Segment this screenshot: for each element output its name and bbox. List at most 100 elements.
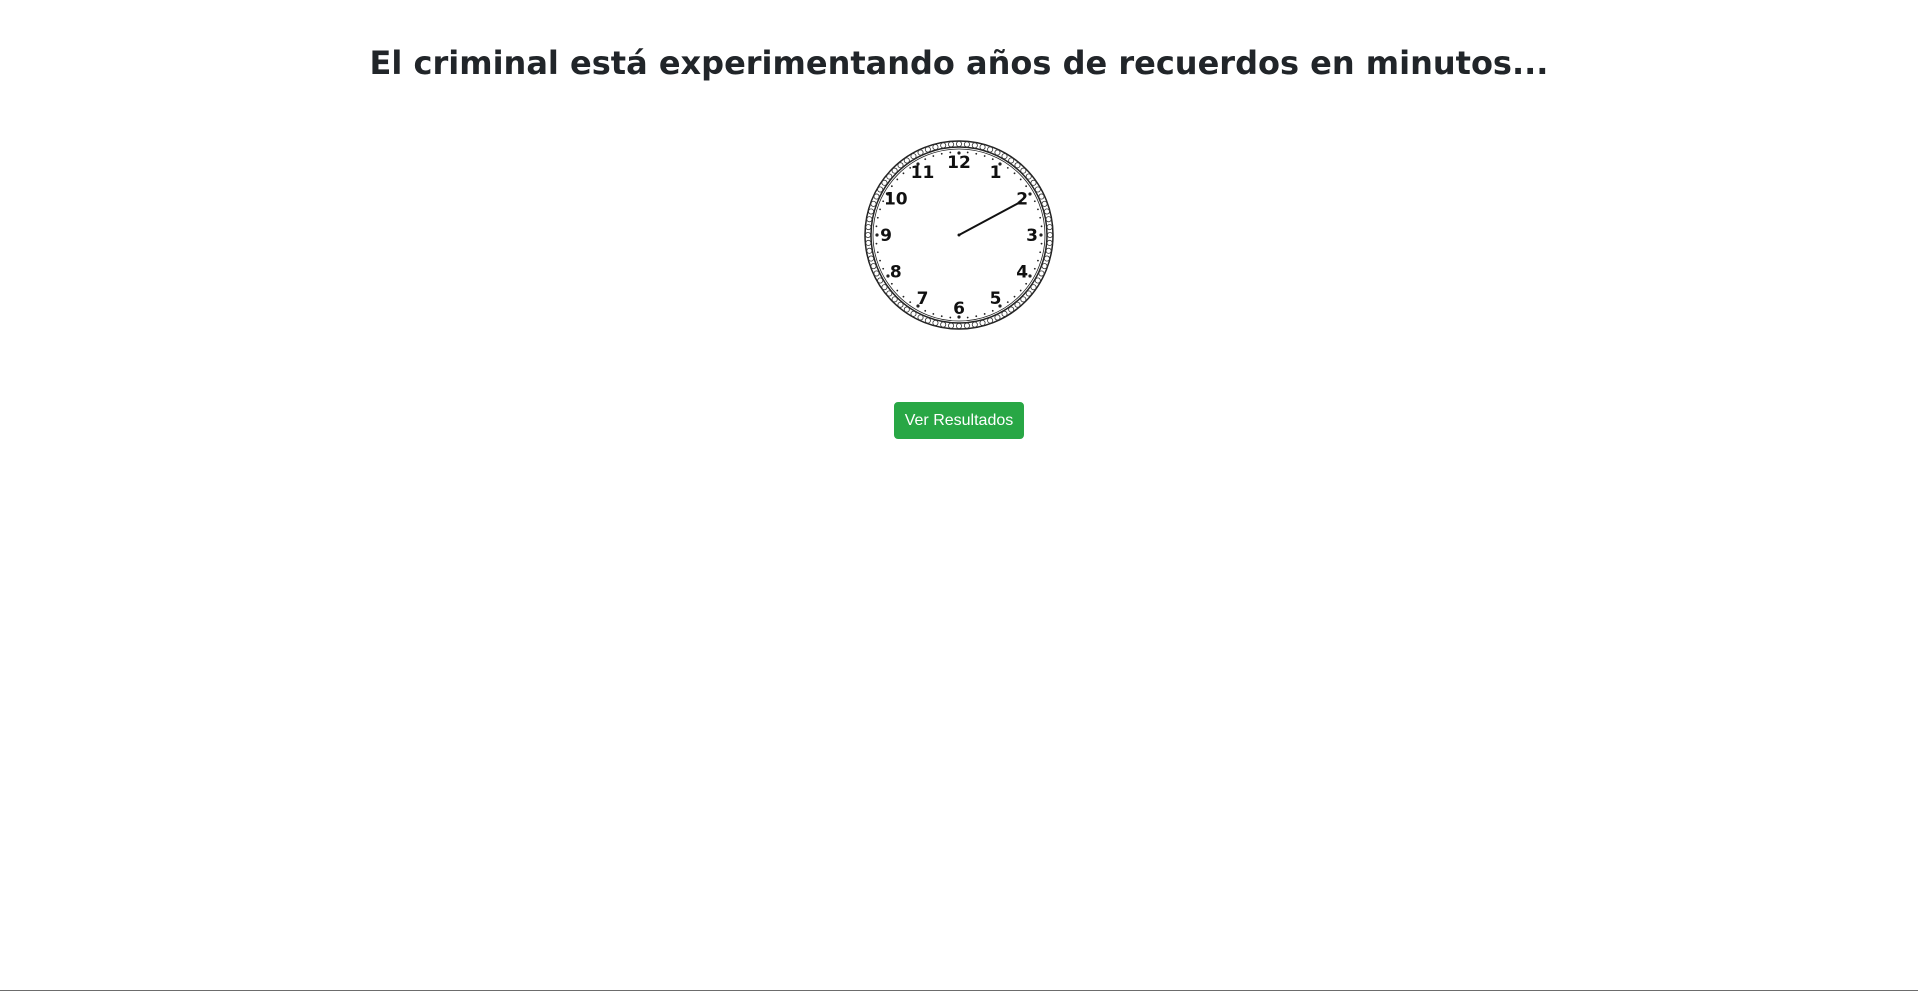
- rim-bead: [1001, 153, 1008, 160]
- rim-bead: [963, 322, 970, 329]
- minute-tick: [1037, 259, 1039, 262]
- clock-number-4: 4: [1016, 263, 1028, 283]
- rim-bead: [994, 314, 1001, 321]
- clock-number-9: 9: [880, 226, 892, 246]
- minute-tick: [896, 178, 899, 181]
- minute-tick: [902, 295, 905, 298]
- clock-number-3: 3: [1026, 226, 1038, 246]
- clock-number-1: 1: [990, 163, 1002, 183]
- rim-bead: [987, 146, 994, 153]
- rim-bead: [963, 141, 970, 148]
- rim-bead: [924, 317, 931, 324]
- rim-bead: [881, 284, 888, 291]
- rim-bead: [1034, 186, 1041, 193]
- rim-bead: [877, 186, 884, 193]
- rim-bead: [886, 173, 893, 180]
- page-title: El criminal está experimentando años de …: [369, 44, 1549, 82]
- minute-tick: [875, 242, 878, 245]
- rim-bead: [1034, 277, 1041, 284]
- rim-bead: [1041, 263, 1048, 270]
- rim-bead: [886, 290, 893, 297]
- hour-tick: [1028, 274, 1032, 278]
- rim-bead: [940, 142, 947, 149]
- rim-bead: [866, 216, 873, 223]
- minute-tick: [1039, 251, 1042, 254]
- rim-bead: [971, 321, 978, 328]
- rim-bead: [1043, 208, 1050, 215]
- rim-bead: [868, 208, 875, 215]
- minute-tick: [902, 172, 905, 175]
- minute-tick: [876, 216, 879, 219]
- rim-bead: [873, 193, 880, 200]
- rim-bead: [994, 149, 1001, 156]
- page: El criminal está experimentando años de …: [0, 0, 1918, 991]
- see-results-button[interactable]: Ver Resultados: [894, 402, 1024, 439]
- rim-bead: [865, 232, 871, 239]
- rim-bead: [948, 322, 955, 329]
- hour-tick: [1028, 192, 1032, 196]
- rim-bead: [1041, 200, 1048, 207]
- rim-bead: [1008, 157, 1015, 164]
- rim-bead: [1043, 255, 1050, 262]
- minute-tick: [949, 316, 952, 319]
- minute-tick: [975, 315, 978, 318]
- minute-tick: [1033, 267, 1036, 270]
- minute-tick: [924, 158, 927, 161]
- minute-tick: [1013, 172, 1016, 175]
- rim-bead: [891, 167, 898, 174]
- minute-tick: [983, 155, 986, 157]
- rim-bead: [948, 141, 955, 148]
- rim-bead: [1046, 232, 1053, 239]
- rim-bead: [910, 310, 917, 317]
- minute-tick: [1025, 282, 1028, 285]
- minute-tick: [879, 259, 881, 262]
- minute-tick: [940, 315, 943, 318]
- rim-bead: [1020, 296, 1027, 303]
- rim-bead: [956, 322, 963, 329]
- minute-tick: [991, 309, 994, 312]
- clock-number-12: 12: [947, 153, 971, 173]
- minute-tick: [1013, 295, 1016, 298]
- hour-tick: [875, 233, 879, 237]
- rim-bead: [903, 157, 910, 164]
- rim-bead: [940, 321, 947, 328]
- minute-tick: [1006, 301, 1009, 304]
- rim-bead: [866, 247, 873, 254]
- rim-bead: [881, 179, 888, 186]
- rim-bead: [1045, 247, 1052, 254]
- minute-tick: [1037, 208, 1039, 211]
- minute-tick: [983, 313, 986, 315]
- minute-tick: [932, 313, 935, 315]
- clock-number-5: 5: [990, 289, 1002, 309]
- rim-bead: [987, 317, 994, 324]
- rim-bead: [971, 142, 978, 149]
- minute-tick: [879, 208, 881, 211]
- rim-bead: [1030, 284, 1037, 291]
- clock-number-8: 8: [890, 263, 902, 283]
- rim-bead: [932, 319, 939, 326]
- minute-tick: [1040, 225, 1043, 228]
- rim-bead: [932, 144, 939, 151]
- rim-bead: [1020, 167, 1027, 174]
- clock-center: [957, 233, 961, 237]
- minute-tick: [975, 152, 978, 155]
- minute-tick: [940, 152, 943, 155]
- minute-tick: [1006, 166, 1009, 169]
- rim-bead: [1046, 224, 1053, 231]
- rim-bead: [868, 255, 875, 262]
- rim-bead: [873, 270, 880, 277]
- minute-tick: [1040, 242, 1043, 245]
- minute-tick: [876, 251, 879, 254]
- rim-bead: [1014, 162, 1021, 169]
- rim-bead: [910, 153, 917, 160]
- clock-number-2: 2: [1016, 190, 1028, 210]
- minute-tick: [1033, 200, 1036, 203]
- minute-tick: [890, 185, 893, 188]
- minute-tick: [1025, 185, 1028, 188]
- rim-bead: [924, 146, 931, 153]
- rim-bead: [870, 200, 877, 207]
- rim-bead: [1014, 301, 1021, 308]
- analog-clock: 12 1 2 3 4 5 6 7 8 9 10 11: [863, 138, 1055, 332]
- rim-bead: [979, 319, 986, 326]
- rim-bead: [1030, 179, 1037, 186]
